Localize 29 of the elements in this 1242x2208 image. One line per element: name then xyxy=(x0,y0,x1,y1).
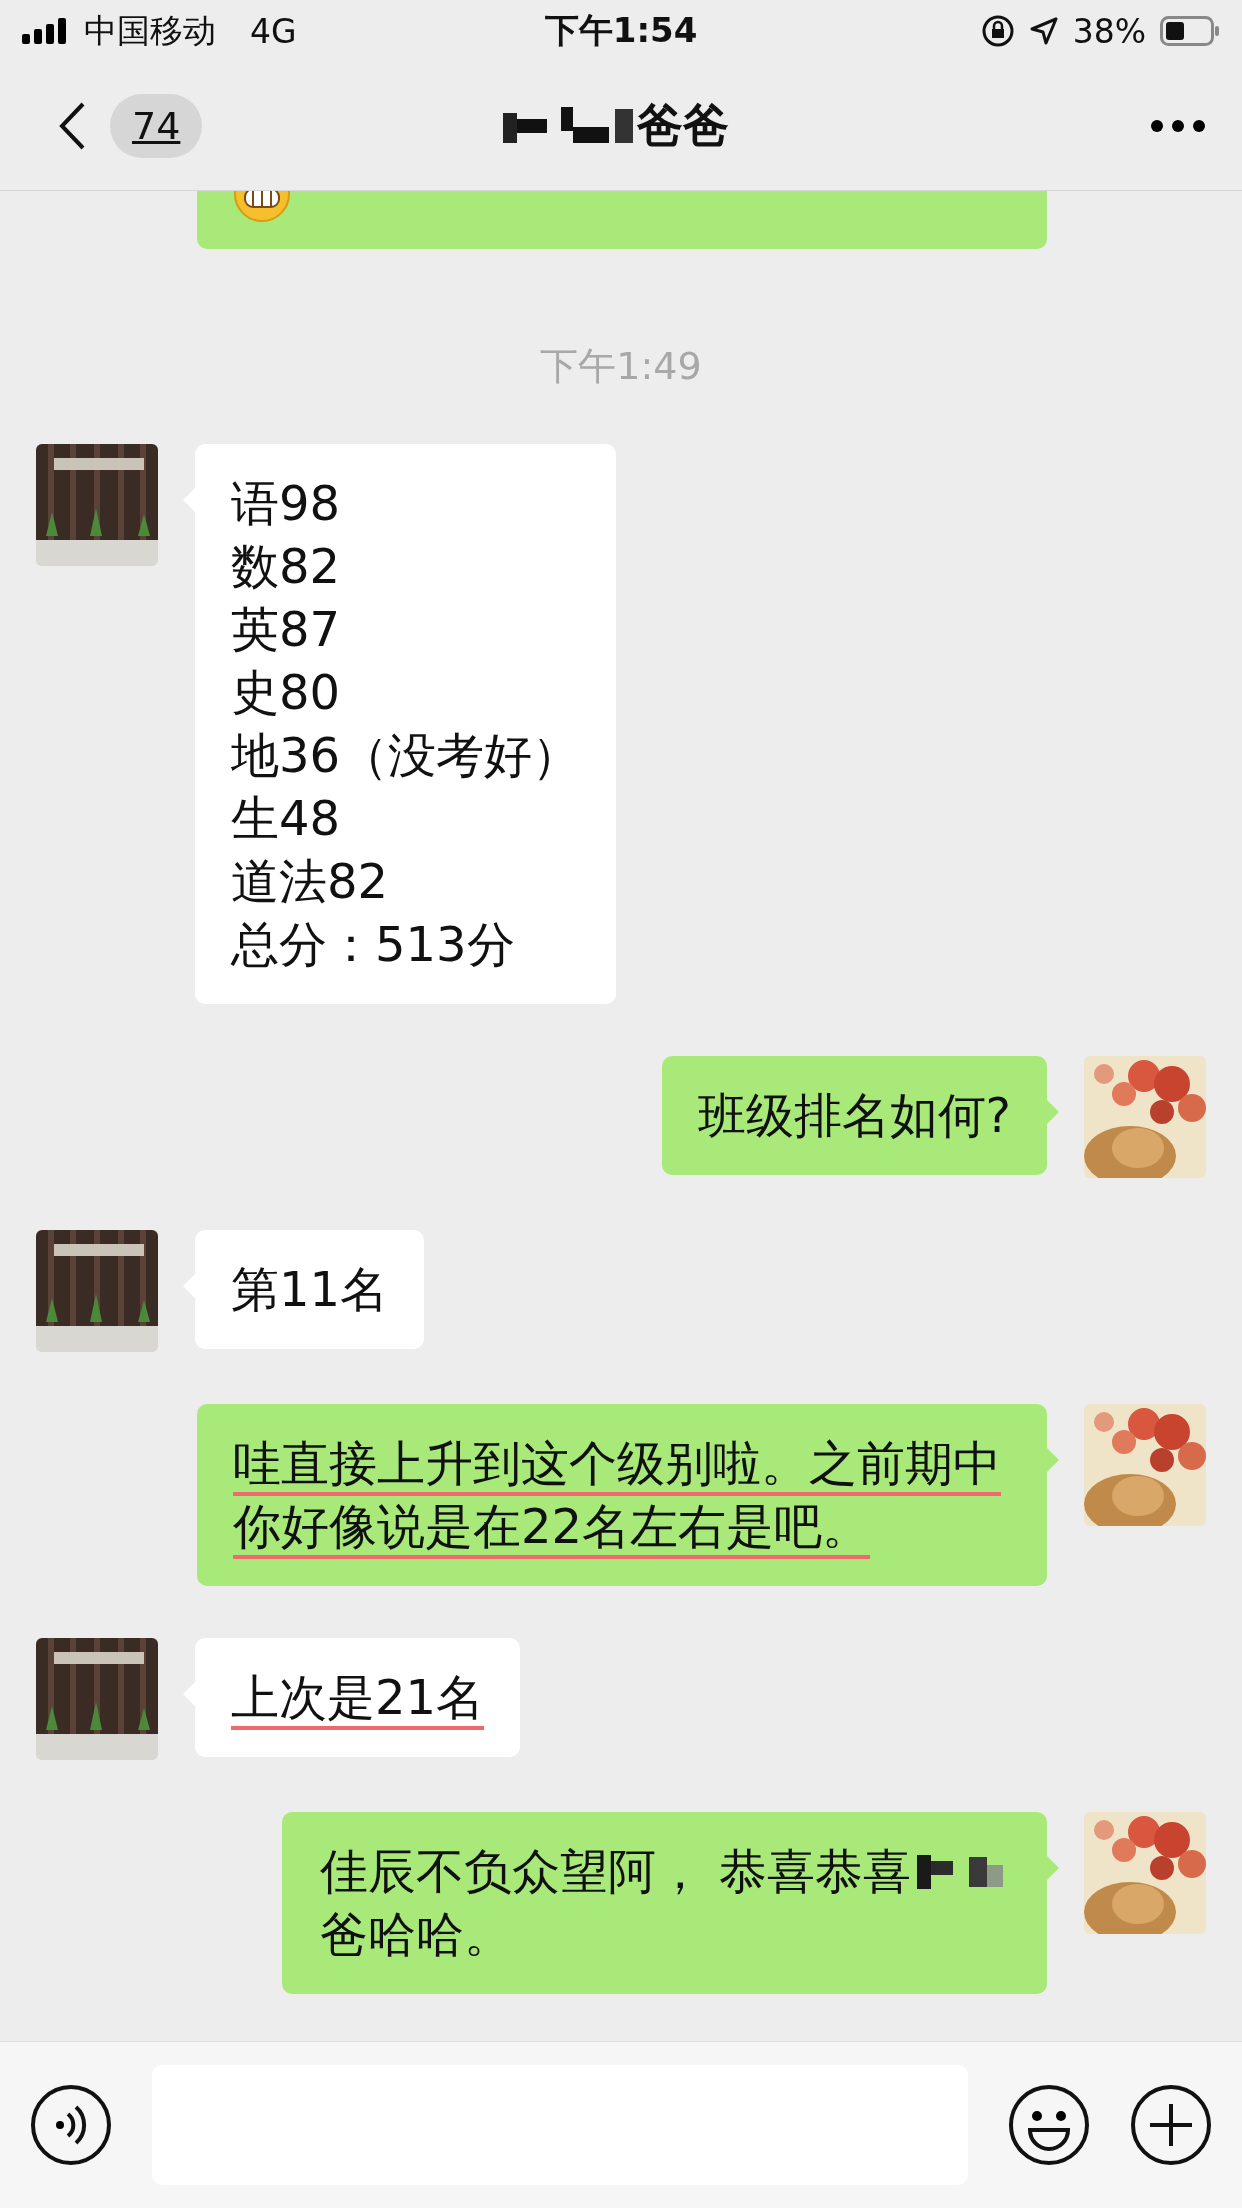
message-text: 班级排名如何? xyxy=(697,1086,1011,1145)
message-text: 道法82 xyxy=(231,852,390,911)
message-text: 英87 xyxy=(231,600,342,659)
message-text: 生48 xyxy=(231,789,342,848)
location-arrow-icon xyxy=(1028,16,1059,46)
message-text: 爸哈哈。 xyxy=(319,1905,513,1964)
message-text: 史80 xyxy=(231,663,342,722)
unread-count-button[interactable]: 74 xyxy=(110,94,203,158)
chat-title: 爸爸 xyxy=(637,97,730,154)
status-time: 下午1:54 xyxy=(544,9,698,52)
voice-icon[interactable] xyxy=(30,2084,112,2166)
more-icon[interactable] xyxy=(1150,119,1206,133)
message-text: 第11名 xyxy=(231,1260,389,1319)
battery-percentage: 38% xyxy=(1072,11,1146,51)
message-text: 总分：513分 xyxy=(231,915,516,974)
plus-icon[interactable] xyxy=(1130,2084,1212,2166)
message-text: 地36（没考好） xyxy=(231,726,581,785)
network-type: 4G xyxy=(250,11,297,51)
message-text: 数82 xyxy=(231,537,342,596)
back-icon[interactable] xyxy=(58,101,86,151)
battery-icon xyxy=(1160,16,1220,46)
message-text: 上次是21名 xyxy=(231,1668,485,1727)
timestamp: 下午1:49 xyxy=(540,343,702,390)
message-text: 语98 xyxy=(231,474,342,533)
message-text: 佳辰不负众望阿， 恭喜恭喜 xyxy=(319,1842,911,1901)
message-text: 哇直接上升到这个级别啦。之前期中你好像说是在22名左右是吧。 xyxy=(233,1434,1002,1556)
rotation-lock-icon xyxy=(980,14,1015,48)
emoji-icon[interactable] xyxy=(1008,2084,1090,2166)
carrier-name: 中国移动 xyxy=(84,9,216,52)
